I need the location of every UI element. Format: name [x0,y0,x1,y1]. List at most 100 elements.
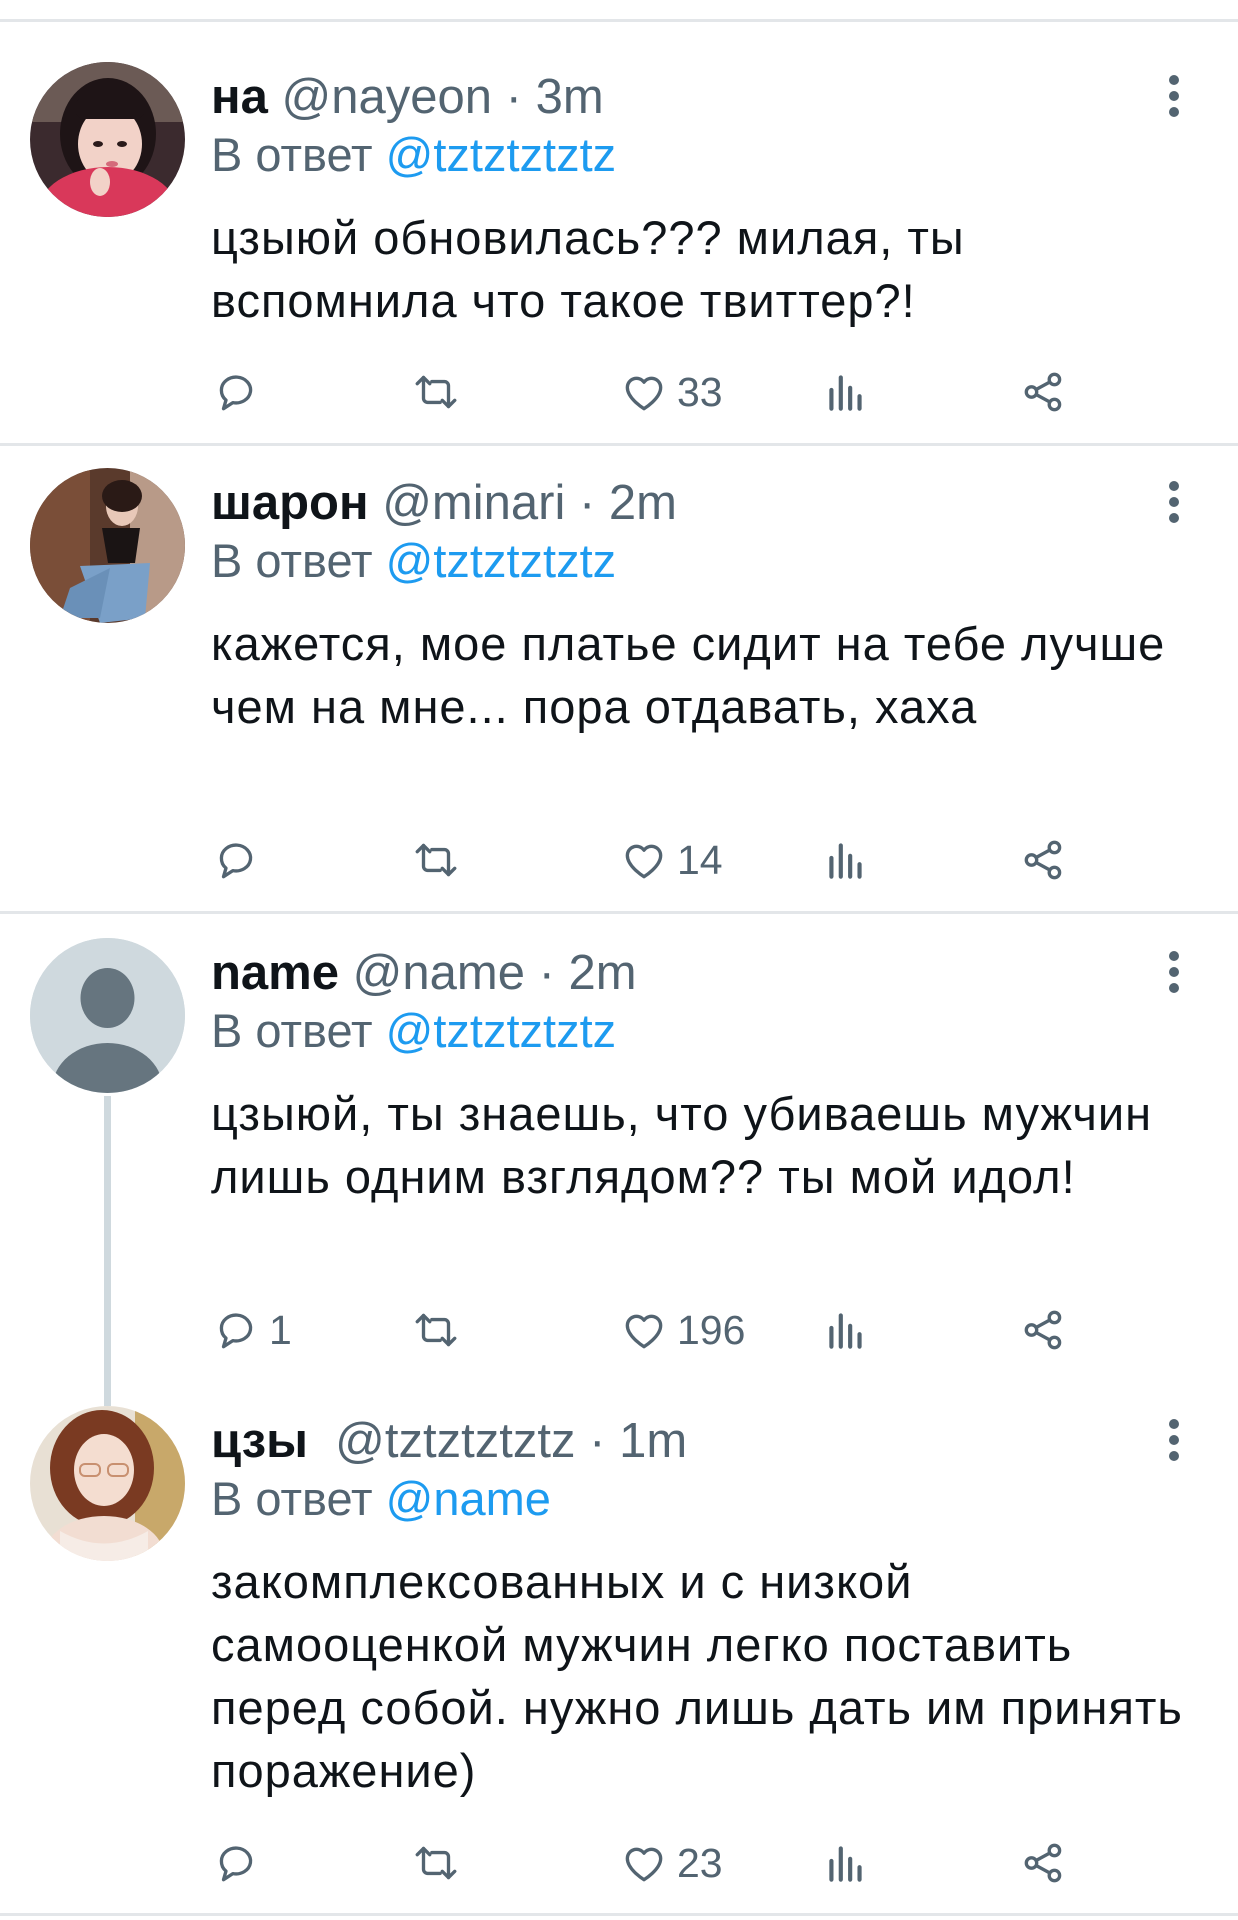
reply-icon [219,1313,253,1349]
like-count: 14 [677,836,723,883]
user-handle[interactable]: @tztztztztz [335,1414,575,1468]
display-name[interactable]: цзы [211,1414,308,1468]
action-bar: 14 [211,830,1111,890]
like-count: 196 [677,1306,746,1353]
views-button[interactable] [821,830,871,890]
avatar[interactable] [30,62,185,217]
retweet-icon [415,375,457,409]
timestamp[interactable]: 3m [536,70,604,124]
reply-prefix: В ответ [211,1472,373,1525]
display-name[interactable]: name [211,946,339,1000]
tweet-header: цзы @tztztztztz · 1m [211,1406,687,1476]
reply-mention-link[interactable]: @tztztztztz [386,128,617,181]
separator-dot: · [538,946,555,1000]
share-button[interactable] [1019,1300,1069,1360]
retweet-icon [415,843,457,877]
tweet-header: на @nayeon · 3m [211,62,604,132]
reply-button[interactable] [211,1833,269,1893]
share-button[interactable] [1019,830,1069,890]
reply-prefix: В ответ [211,1004,373,1057]
top-divider [0,19,1238,22]
views-button[interactable] [821,1300,871,1360]
avatar[interactable] [30,1406,185,1561]
reply-count: 1 [269,1306,292,1353]
tweet-divider [0,911,1238,914]
action-bar: 23 [211,1833,1111,1893]
like-button[interactable]: 23 [619,1833,723,1893]
reply-context: В ответ @name [211,1468,551,1530]
timestamp[interactable]: 2m [569,946,637,1000]
bottom-divider [0,1913,1238,1916]
tweet-text: цзыюй, ты знаешь, что убиваешь мужчин ли… [211,1087,1153,1203]
more-options-icon[interactable] [1160,1414,1188,1464]
heart-icon [625,1847,663,1882]
share-icon [1024,840,1062,880]
like-count: 33 [677,368,723,415]
analytics-icon [829,1313,862,1349]
tweet-divider [0,443,1238,446]
separator-dot: · [505,70,522,124]
timestamp[interactable]: 1m [619,1414,687,1468]
reply-mention-link[interactable]: @tztztztztz [386,1004,617,1057]
retweet-button[interactable] [411,830,461,890]
analytics-icon [829,1846,862,1882]
more-options-icon[interactable] [1160,946,1188,996]
default-person-icon [30,938,185,1093]
display-name[interactable]: на [211,70,268,124]
share-icon [1024,1843,1062,1883]
user-handle[interactable]: @name [353,946,525,1000]
separator-dot: · [589,1414,606,1468]
reply-icon [219,375,253,411]
action-bar: 33 [211,362,1111,422]
reply-button[interactable] [211,362,269,422]
reply-button[interactable]: 1 [211,1300,292,1360]
like-count: 23 [677,1839,723,1886]
user-handle[interactable]: @minari [382,476,565,530]
reply-mention-link[interactable]: @tztztztztz [386,534,617,587]
timestamp[interactable]: 2m [609,476,677,530]
heart-icon [625,1314,663,1349]
reply-button[interactable] [211,830,269,890]
profile-photo [30,1406,185,1561]
share-button[interactable] [1019,362,1069,422]
reply-mention-link[interactable]: @name [386,1472,551,1525]
retweet-icon [415,1313,457,1347]
heart-icon [625,376,663,411]
reply-prefix: В ответ [211,128,373,181]
reply-context: В ответ @tztztztztz [211,1000,616,1062]
more-options-icon[interactable] [1160,70,1188,120]
share-button[interactable] [1019,1833,1069,1893]
tweet-text: закомплексованных и с низкой самооценкой… [211,1555,1183,1797]
views-button[interactable] [821,362,871,422]
tweet[interactable]: name @name · 2m В ответ @tztztztztz цзыю… [0,938,1238,1368]
views-button[interactable] [821,1833,871,1893]
analytics-icon [829,375,862,411]
more-options-icon[interactable] [1160,476,1188,526]
tweet[interactable]: цзы @tztztztztz · 1m В ответ @name заком… [0,1406,1238,1906]
heart-icon [625,844,663,879]
user-handle[interactable]: @nayeon [281,70,492,124]
analytics-icon [829,843,862,879]
like-button[interactable]: 33 [619,362,723,422]
tweet[interactable]: на @nayeon · 3m В ответ @tztztztztz цзыю… [0,62,1238,432]
reply-context: В ответ @tztztztztz [211,124,616,186]
tweet-header: name @name · 2m [211,938,637,1008]
retweet-button[interactable] [411,362,461,422]
retweet-icon [415,1846,457,1880]
reply-context: В ответ @tztztztztz [211,530,616,592]
tweet-header: шарон @minari · 2m [211,468,677,538]
like-button[interactable]: 196 [619,1300,745,1360]
tweet-text: цзыюй обновилась??? милая, ты вспомнила … [211,211,965,327]
retweet-button[interactable] [411,1300,461,1360]
avatar[interactable] [30,468,185,623]
like-button[interactable]: 14 [619,830,723,890]
retweet-button[interactable] [411,1833,461,1893]
share-icon [1024,372,1062,412]
separator-dot: · [578,476,596,530]
reply-icon [219,1846,253,1882]
avatar[interactable] [30,938,185,1093]
tweet-text: кажется, мое платье сидит на тебе лучше … [211,617,1166,733]
tweet[interactable]: шарон @minari · 2m В ответ @tztztztztz к… [0,468,1238,898]
display-name[interactable]: шарон [211,476,369,530]
profile-photo [30,468,185,623]
